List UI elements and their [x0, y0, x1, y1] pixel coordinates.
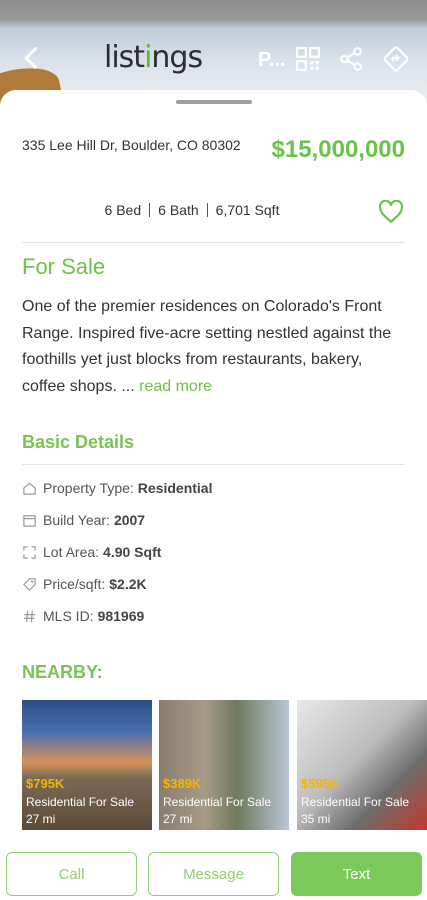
detail-row-price-sqft: Price/sqft: $2.2K: [22, 574, 147, 594]
text-button[interactable]: Text: [291, 852, 422, 896]
listing-address: 335 Lee Hill Dr, Boulder, CO 80302: [22, 137, 241, 153]
tag-icon: [23, 577, 36, 591]
top-bar: listings P...: [0, 38, 427, 80]
nearby-photo: [22, 700, 152, 830]
listings-logo: listings: [104, 40, 203, 75]
back-icon[interactable]: [18, 44, 46, 72]
nearby-card[interactable]: $389K Residential For Sale 27 mi: [159, 700, 289, 830]
divider: [22, 242, 405, 243]
spec-divider: [149, 203, 151, 217]
listing-specs: 6 Bed 6 Bath 6,701 Sqft: [0, 202, 384, 218]
detail-row-property-type: Property Type: Residential: [22, 478, 213, 498]
nearby-price: $389K: [163, 776, 202, 791]
beds-count: 6 Bed: [104, 202, 142, 218]
nearby-distance: 35 mi: [301, 812, 331, 826]
listing-status: For Sale: [22, 254, 106, 279]
nearby-card[interactable]: $795K Residential For Sale 27 mi: [22, 700, 152, 830]
nearby-carousel[interactable]: $795K Residential For Sale 27 mi $389K R…: [22, 700, 427, 830]
nearby-price: $595K: [301, 776, 340, 791]
qr-code-icon[interactable]: [295, 46, 321, 72]
nearby-type: Residential For Sale: [163, 795, 272, 809]
detail-row-lot-area: Lot Area: 4.90 Sqft: [22, 542, 161, 562]
nearby-photo: [297, 700, 427, 830]
call-button[interactable]: Call: [6, 852, 137, 896]
sqft-value: 6,701 Sqft: [215, 202, 280, 218]
truncated-action-label[interactable]: P...: [258, 49, 285, 72]
nearby-distance: 27 mi: [163, 812, 193, 826]
share-icon[interactable]: [338, 46, 364, 72]
calendar-icon: [23, 514, 36, 527]
spec-divider: [206, 203, 208, 217]
home-icon: [23, 482, 36, 495]
basic-details-title: Basic Details: [22, 432, 135, 452]
sheet-drag-handle[interactable]: [176, 100, 252, 104]
detail-row-build-year: Build Year: 2007: [22, 510, 145, 530]
nearby-type: Residential For Sale: [26, 795, 135, 809]
listing-price: $15,000,000: [271, 136, 405, 163]
listing-description: One of the premier residences on Colorad…: [22, 294, 405, 400]
directions-icon[interactable]: [383, 46, 409, 72]
hash-icon: [23, 610, 36, 622]
nearby-price: $795K: [26, 776, 65, 791]
baths-count: 6 Bath: [158, 202, 199, 218]
contact-actions: Call Message Text: [0, 850, 427, 900]
message-button[interactable]: Message: [148, 852, 279, 896]
expand-icon: [23, 545, 36, 559]
nearby-type: Residential For Sale: [301, 795, 410, 809]
read-more-link[interactable]: read more: [139, 378, 212, 395]
nearby-distance: 27 mi: [26, 812, 56, 826]
detail-row-mls-id: MLS ID: 981969: [22, 606, 144, 626]
divider: [22, 464, 405, 465]
listing-detail-sheet: 335 Lee Hill Dr, Boulder, CO 80302 $15,0…: [0, 90, 427, 900]
nearby-photo: [159, 700, 289, 830]
favorite-heart-icon[interactable]: [378, 200, 404, 224]
nearby-title: NEARBY:: [22, 662, 103, 682]
nearby-card[interactable]: $595K Residential For Sale 35 mi: [297, 700, 427, 830]
